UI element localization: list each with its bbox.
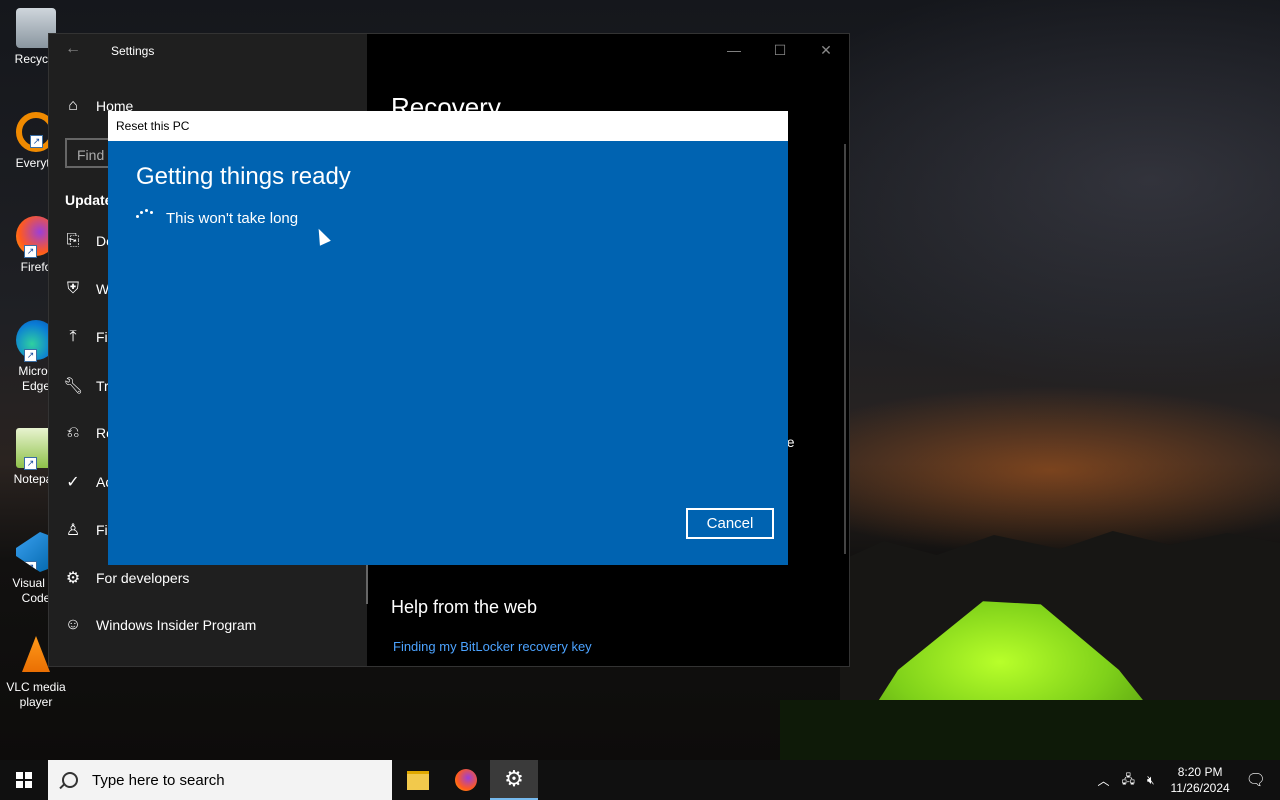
search-placeholder: Type here to search: [92, 771, 225, 789]
loading-spinner-icon: [136, 209, 154, 221]
taskbar-search-box[interactable]: Type here to search: [48, 760, 392, 800]
back-arrow-icon[interactable]: ←: [65, 40, 81, 58]
clock-time: 8:20 PM: [1177, 765, 1223, 779]
clock-date: 11/26/2024: [1170, 781, 1230, 795]
shortcut-arrow-icon: ↗: [24, 457, 37, 470]
clock[interactable]: 8:20 PM 11/26/2024: [1171, 764, 1230, 796]
sidebar-item-label: Fi: [96, 329, 108, 345]
windows-logo-icon: [16, 772, 32, 788]
sidebar-item-windows-security[interactable]: ⛨ W: [63, 280, 109, 298]
sidebar-item-delivery[interactable]: ⎘ De: [63, 232, 114, 250]
recovery-icon: ⎌: [66, 424, 80, 441]
sidebar-item-find-my-device[interactable]: ♙ Fi: [63, 520, 108, 540]
sidebar-item-label: Windows Insider Program: [96, 617, 257, 633]
firefox-icon: [455, 769, 477, 791]
notification-icon[interactable]: 🗨︎: [1246, 770, 1266, 790]
shortcut-arrow-icon: ↗: [30, 135, 43, 148]
chevron-up-icon[interactable]: ︿: [1098, 772, 1110, 789]
system-tray: ︿ 🖧︎ 🔇︎ 8:20 PM 11/26/2024 🗨︎: [1092, 760, 1280, 800]
wallpaper-grass: [780, 700, 1280, 760]
content-scrollbar[interactable]: [844, 144, 846, 554]
network-icon[interactable]: 🖧︎: [1122, 770, 1135, 791]
taskbar: Type here to search ⚙ ︿ 🖧︎ 🔇︎ 8:20 PM 11…: [0, 760, 1280, 800]
maximize-icon[interactable]: ☐: [757, 34, 803, 66]
shortcut-arrow-icon: ↗: [24, 349, 37, 362]
check-circle-icon: ✓: [66, 474, 80, 491]
shield-icon: ⛨: [66, 280, 79, 297]
close-icon[interactable]: ✕: [803, 34, 849, 66]
person-location-icon: ♙: [65, 522, 81, 539]
sidebar-item-label: Tr: [96, 378, 109, 394]
home-icon: ⌂: [68, 97, 78, 114]
developer-tools-icon: ⚙: [65, 570, 81, 587]
window-title: Settings: [111, 44, 155, 58]
minimize-icon[interactable]: —: [711, 34, 757, 66]
sidebar-item-recovery[interactable]: ⎌ Re: [63, 424, 114, 442]
taskbar-file-explorer[interactable]: [394, 760, 442, 800]
sidebar-item-for-developers[interactable]: ⚙ For developers: [63, 568, 190, 588]
gear-icon: ⚙: [504, 766, 524, 791]
sidebar-item-label: Fi: [96, 522, 108, 538]
sidebar-item-file-backup[interactable]: ⤒ Fi: [63, 328, 108, 346]
insider-cat-icon: ☺: [64, 616, 82, 633]
sidebar-section-header: Update: [65, 192, 113, 208]
sidebar-item-label: For developers: [96, 570, 190, 586]
sidebar-item-troubleshoot[interactable]: 🔧︎ Tr: [63, 376, 109, 396]
cancel-button[interactable]: Cancel: [686, 508, 774, 539]
shortcut-arrow-icon: ↗: [24, 561, 37, 572]
sidebar-item-insider-program[interactable]: ☺ Windows Insider Program: [63, 616, 256, 634]
taskbar-firefox[interactable]: [442, 760, 490, 800]
desktop-icon-label: VLC media player: [6, 680, 66, 709]
bitlocker-help-link[interactable]: Finding my BitLocker recovery key: [393, 639, 592, 654]
folder-icon: [407, 770, 429, 790]
sidebar-scrollbar[interactable]: [366, 564, 368, 604]
delivery-icon: ⎘: [66, 232, 80, 249]
reset-pc-dialog: Reset this PC Getting things ready This …: [108, 111, 788, 565]
taskbar-settings[interactable]: ⚙: [490, 760, 538, 800]
window-controls: — ☐ ✕: [711, 34, 849, 66]
wrench-icon: 🔧︎: [63, 378, 84, 395]
dialog-title: Reset this PC: [108, 111, 788, 141]
shortcut-arrow-icon: ↗: [24, 245, 37, 258]
sidebar-item-activation[interactable]: ✓ Ac: [63, 472, 112, 492]
dialog-message: This won't take long: [166, 210, 299, 227]
backup-arrow-icon: ⤒: [69, 328, 77, 345]
help-section-title: Help from the web: [391, 597, 538, 617]
search-icon: [62, 772, 78, 788]
start-button[interactable]: [0, 760, 48, 800]
volume-muted-icon[interactable]: 🔇︎: [1147, 773, 1155, 788]
dialog-heading: Getting things ready: [136, 163, 351, 190]
